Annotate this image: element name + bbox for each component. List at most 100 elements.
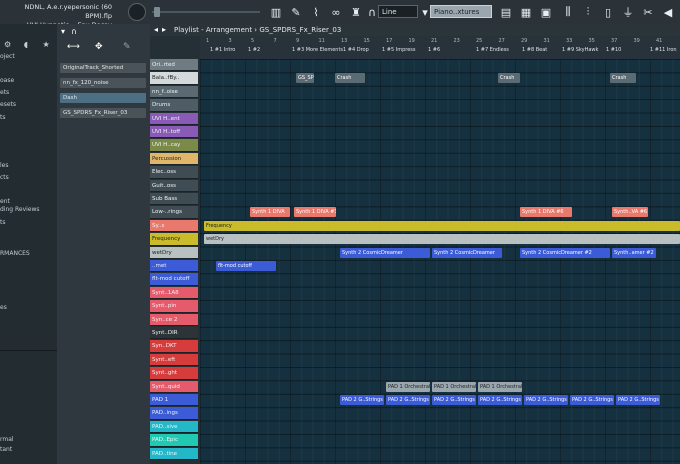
browser-item[interactable]: ts: [0, 114, 5, 121]
ruler-marker[interactable]: 1 #10: [606, 47, 621, 53]
channel-rack-icon[interactable]: ▣: [538, 4, 554, 20]
master-pitch-slider[interactable]: [152, 7, 260, 17]
playlist-clip[interactable]: wetDry: [204, 234, 680, 245]
playlist-clip[interactable]: Synth..VA #6: [612, 207, 648, 218]
piano-roll-icon[interactable]: ▦: [518, 4, 534, 20]
playlist-clip[interactable]: Crash: [498, 73, 520, 84]
track-header[interactable]: PAD 1: [150, 394, 198, 407]
track-header[interactable]: Syn..DKT: [150, 340, 198, 353]
track-header[interactable]: flt-mod cutoff: [150, 273, 198, 286]
playlist-clip[interactable]: PAD 2 G..Strings: [386, 395, 430, 405]
track-header[interactable]: Guit..oss: [150, 179, 198, 192]
browser-item[interactable]: les: [0, 162, 8, 169]
clip-source-item[interactable]: Dash: [60, 93, 146, 103]
track-header[interactable]: Frequency: [150, 233, 198, 246]
browser-item[interactable]: rmal: [0, 436, 14, 443]
arrangement-grid[interactable]: GS_SPD.. Crash Crash Crash Synth 1 DIVA Synth…: [200, 59, 680, 464]
ruler-marker[interactable]: 1 #5 Impress: [382, 47, 415, 53]
pattern-select[interactable]: Piano..xtures: [430, 5, 492, 18]
track-header[interactable]: UVI H..ent: [150, 112, 198, 125]
track-header[interactable]: Syn..ce 2: [150, 313, 198, 326]
browser-item[interactable]: ent: [0, 198, 10, 205]
track-header[interactable]: PAD..tine: [150, 447, 198, 460]
track-header[interactable]: ..met: [150, 260, 198, 273]
track-header[interactable]: Synt..ght: [150, 367, 198, 380]
ruler-marker[interactable]: 1 #8 Beat: [522, 47, 547, 53]
playlist-clip[interactable]: PAD 2 G..Strings: [570, 395, 614, 405]
document-icon[interactable]: ▯: [600, 4, 616, 20]
browser-item[interactable]: ding Reviews: [0, 206, 40, 213]
piano-icon[interactable]: ▥: [268, 4, 284, 20]
browser-item[interactable]: ts: [0, 219, 5, 226]
browser-item[interactable]: ets: [0, 89, 9, 96]
magnet-icon[interactable]: ∩: [71, 27, 77, 36]
track-header[interactable]: PAD..sive: [150, 420, 198, 434]
ruler-marker[interactable]: 1 #9 SkyHawk: [562, 47, 598, 53]
playlist-clip[interactable]: Crash: [610, 73, 636, 84]
pencil-icon[interactable]: ✎: [123, 42, 131, 52]
plugin-icon[interactable]: ⏚: [620, 4, 636, 20]
track-header[interactable]: Elec..oss: [150, 166, 198, 179]
wrench-icon[interactable]: ✂: [640, 4, 656, 20]
playlist-clip[interactable]: Frequency: [204, 220, 680, 231]
pencil-icon[interactable]: ✎: [288, 4, 304, 20]
track-header[interactable]: Synt..DIR: [150, 327, 198, 340]
playlist-clip[interactable]: Synth..amer #2: [612, 247, 656, 258]
slider-thumb[interactable]: [154, 7, 160, 17]
speaker-icon[interactable]: ◀: [660, 4, 676, 20]
tempo-icon[interactable]: ⫶: [580, 4, 596, 20]
track-header[interactable]: PAD..ings: [150, 407, 198, 420]
arrow-right-icon[interactable]: ▸: [162, 25, 166, 34]
playlist-clip[interactable]: GS_SPD..: [296, 73, 314, 84]
speaker-icon[interactable]: ◖: [24, 40, 28, 49]
playlist-clip[interactable]: PAD 2 G..Strings: [478, 395, 522, 405]
ruler-marker[interactable]: 1 #4 Drop: [343, 47, 369, 53]
mixer-icon[interactable]: ⫼: [560, 4, 576, 20]
gear-icon[interactable]: ⚙: [4, 40, 11, 49]
ruler-marker[interactable]: 1 #6: [428, 47, 440, 53]
playlist-clip[interactable]: PAD 2 G..Strings: [340, 395, 384, 405]
track-header[interactable]: wetDry: [150, 246, 198, 259]
playlist-clip[interactable]: Synth 2 CosmicDreamer: [432, 247, 502, 258]
playlist-clip[interactable]: Crash: [335, 73, 365, 84]
playlist-clip[interactable]: PAD 1 Orchestral: [432, 381, 476, 392]
ruler-marker[interactable]: 1 #11 Iron: [650, 47, 677, 53]
track-header[interactable]: Drums: [150, 99, 198, 112]
ruler-marker[interactable]: 1 #1 Intro: [210, 47, 235, 53]
track-header[interactable]: PAD..Epic: [150, 434, 198, 447]
track-header[interactable]: Bala..fBy..: [150, 72, 198, 85]
clip-source-item[interactable]: nn_fx_120_noise: [60, 78, 146, 88]
track-header[interactable]: Synt..pin: [150, 300, 198, 313]
playlist-clip[interactable]: PAD 2 G..Strings: [524, 395, 568, 405]
ruler-marker[interactable]: 1 #3 More Elements: [292, 47, 343, 53]
track-header[interactable]: nn_f..oise: [150, 85, 198, 99]
playlist-clip[interactable]: PAD 2 G..Strings: [616, 395, 660, 405]
track-header[interactable]: Synt..quid: [150, 380, 198, 393]
clip-source-item[interactable]: OriginalTrack_Shorted: [60, 63, 146, 73]
track-header[interactable]: Low-..rings: [150, 206, 198, 219]
track-header[interactable]: Synt..eft: [150, 353, 198, 367]
browser-item[interactable]: cts: [0, 174, 9, 181]
playlist-icon[interactable]: ▤: [498, 4, 514, 20]
playlist-clip[interactable]: PAD 2 G..Strings: [432, 395, 476, 405]
browser-item[interactable]: es: [0, 304, 7, 311]
link-icon[interactable]: ∞: [328, 4, 344, 20]
browser-item[interactable]: tant: [0, 446, 12, 453]
playlist-clip[interactable]: Synth 2 CosmicDreamer: [340, 247, 430, 258]
browser-item[interactable]: RMANCES: [0, 250, 30, 257]
track-header[interactable]: Sy..s: [150, 219, 198, 233]
playlist-clip[interactable]: PAD 1 Orchestral: [478, 381, 522, 392]
paint-brush-icon[interactable]: ⌇: [308, 4, 324, 20]
playlist-clip[interactable]: flt-mod cutoff: [216, 261, 276, 271]
track-header[interactable]: UVI H..toff: [150, 126, 198, 139]
clip-source-item[interactable]: GS_SPDRS_Fx_Riser_03: [60, 108, 146, 118]
timeline-ruler[interactable]: 1 3 5 7 9 11 13 15 17 19 21 23 25 27 29 31 33 35 37 39 41 1 #…: [200, 36, 680, 60]
crossfade-icon[interactable]: ⟷: [67, 42, 80, 52]
master-volume-knob[interactable]: [128, 3, 146, 21]
playlist-clip[interactable]: Synth 1 DIVA #3: [294, 207, 336, 218]
track-header[interactable]: Percussion: [150, 152, 198, 166]
star-icon[interactable]: ★: [42, 40, 49, 49]
arrow-icon[interactable]: ◂: [154, 25, 158, 34]
playlist-clip[interactable]: Synth 1 DIVA: [250, 207, 290, 218]
browser-item[interactable]: oject: [0, 53, 15, 60]
